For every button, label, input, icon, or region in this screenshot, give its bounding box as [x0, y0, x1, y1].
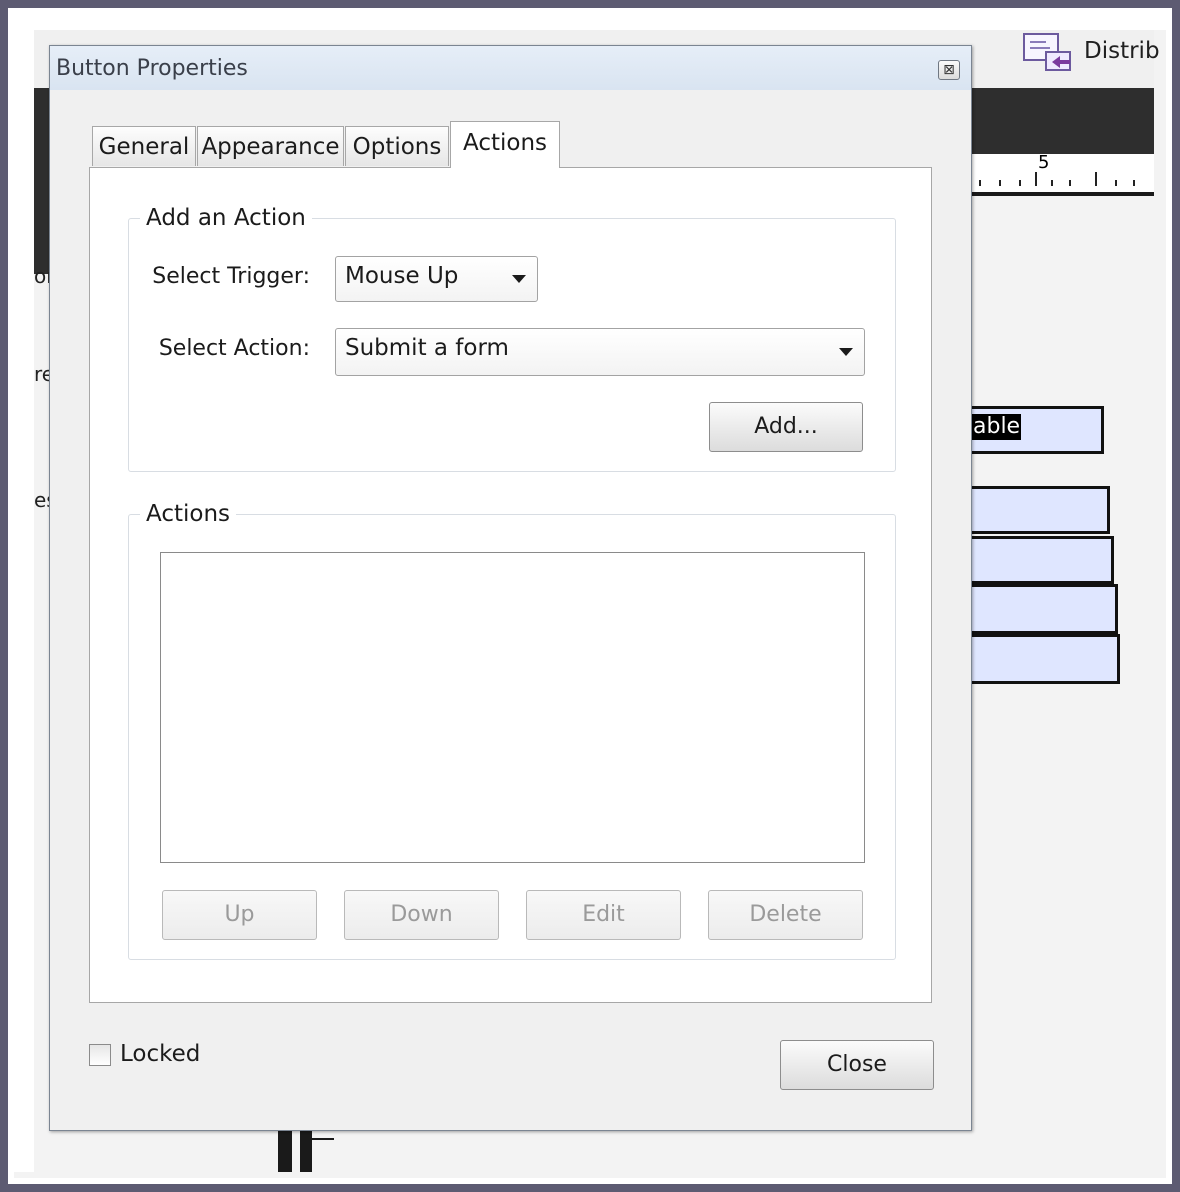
locked-checkbox[interactable] — [89, 1044, 111, 1066]
form-field[interactable] — [958, 634, 1120, 684]
form-field[interactable] — [958, 536, 1114, 584]
add-action-button[interactable]: Add... — [709, 402, 863, 452]
distribute-button-label[interactable]: Distrib — [1084, 38, 1160, 64]
ruler-ticks — [979, 172, 1135, 186]
form-field[interactable] — [958, 486, 1110, 534]
edit-action-button[interactable]: Edit — [526, 890, 681, 940]
tab-actions[interactable]: Actions — [450, 121, 560, 168]
distribute-icon[interactable] — [1022, 30, 1076, 76]
actions-tab-panel: Add an Action Select Trigger: Mouse Up S… — [89, 167, 932, 1003]
ruler-number: 5 — [1038, 152, 1050, 173]
add-action-group-title: Add an Action — [140, 204, 312, 232]
chevron-down-icon — [828, 329, 864, 375]
button-properties-dialog: Button Properties ⊠ General Appearance O… — [49, 45, 972, 1131]
dialog-title: Button Properties — [56, 56, 248, 81]
tab-options[interactable]: Options — [345, 126, 449, 166]
dialog-titlebar[interactable]: Button Properties ⊠ — [50, 46, 971, 90]
close-button[interactable]: Close — [780, 1040, 934, 1090]
select-trigger-dropdown[interactable]: Mouse Up — [335, 256, 538, 302]
tab-appearance[interactable]: Appearance — [197, 126, 344, 166]
tab-general[interactable]: General — [92, 126, 196, 166]
close-icon[interactable]: ⊠ — [938, 60, 960, 80]
actions-group-title: Actions — [140, 500, 237, 528]
chevron-down-icon — [501, 257, 537, 301]
move-down-button[interactable]: Down — [344, 890, 499, 940]
actions-list[interactable] — [160, 552, 865, 863]
move-up-button[interactable]: Up — [162, 890, 317, 940]
select-trigger-label: Select Trigger: — [152, 264, 310, 289]
form-field[interactable] — [958, 584, 1118, 634]
background-page-marker — [278, 1128, 334, 1172]
select-action-label: Select Action: — [158, 336, 310, 361]
locked-label: Locked — [120, 1041, 201, 1067]
select-trigger-value: Mouse Up — [345, 263, 459, 289]
select-action-dropdown[interactable]: Submit a form — [335, 328, 865, 376]
form-field-selected-text: able — [972, 414, 1022, 440]
select-action-value: Submit a form — [345, 335, 509, 361]
delete-action-button[interactable]: Delete — [708, 890, 863, 940]
